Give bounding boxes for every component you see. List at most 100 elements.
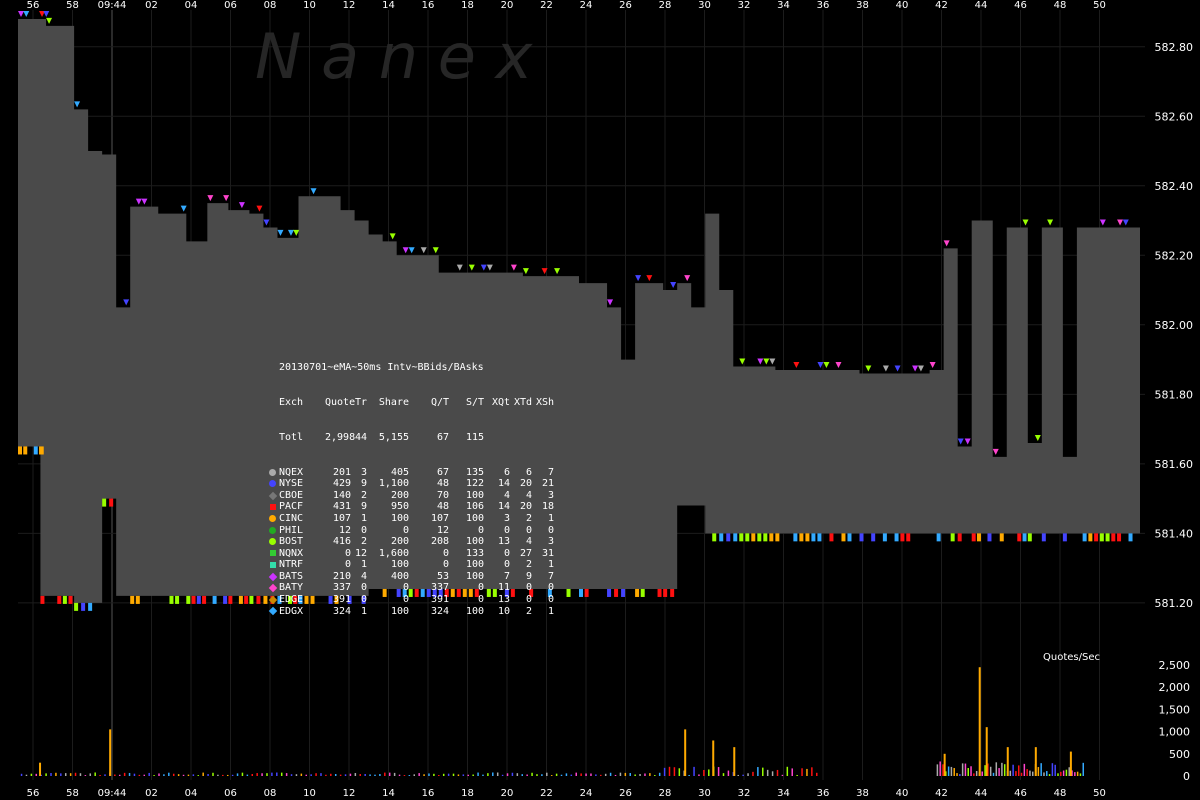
legend-value: 431 bbox=[332, 501, 351, 513]
bid-quote-mark bbox=[1094, 533, 1099, 542]
qs-bar bbox=[1065, 769, 1068, 776]
x-tick-label-bottom: 56 bbox=[27, 788, 40, 799]
legend-value: 4 bbox=[525, 489, 532, 501]
qs-bar bbox=[374, 774, 376, 776]
ask-quote-mark bbox=[1122, 219, 1129, 226]
legend-total-row: Totl 2,998 44 5,155 67 115 bbox=[279, 432, 554, 444]
bid-quote-mark bbox=[733, 533, 738, 542]
legend-value: 3 bbox=[547, 489, 554, 501]
legend-exchange: NTRF bbox=[279, 559, 304, 571]
legend-value: 2 bbox=[525, 559, 532, 571]
x-tick-label-bottom: 50 bbox=[1093, 788, 1106, 799]
legend-value: 2 bbox=[360, 536, 367, 548]
x-tick-label-bottom: 32 bbox=[738, 788, 751, 799]
qs-bar bbox=[1082, 762, 1084, 776]
qs-bar bbox=[236, 773, 239, 776]
qs-bar bbox=[737, 774, 739, 776]
bid-quote-mark bbox=[1111, 533, 1116, 542]
legend-value: 27 bbox=[519, 547, 532, 559]
qs-bar bbox=[673, 767, 676, 776]
bid-quote-mark bbox=[757, 533, 762, 542]
bid-quote-mark bbox=[1105, 533, 1110, 542]
qs-bar bbox=[1032, 771, 1034, 776]
qs-bar bbox=[1079, 773, 1082, 776]
x-tick-label-bottom: 40 bbox=[896, 788, 909, 799]
legend-value: 0 bbox=[525, 582, 532, 594]
legend-value: 3 bbox=[503, 512, 510, 524]
qs-bar bbox=[811, 767, 813, 776]
diamond-icon bbox=[267, 491, 278, 500]
legend-value: 133 bbox=[465, 547, 484, 559]
qs-tick-label: 2,500 bbox=[1159, 659, 1191, 672]
legend-value: 0 bbox=[344, 547, 351, 559]
legend-value: 1 bbox=[547, 605, 554, 617]
qs-bar bbox=[334, 773, 337, 776]
qs-bar bbox=[727, 770, 730, 776]
ask-quote-mark bbox=[684, 275, 691, 282]
qs-bar bbox=[94, 772, 96, 776]
x-tick-label-bottom: 20 bbox=[501, 788, 514, 799]
legend-value: 4 bbox=[525, 536, 532, 548]
legend-exchange: EDGX bbox=[279, 605, 304, 617]
legend-header-cell: Tr bbox=[354, 396, 367, 408]
legend-value: 20 bbox=[519, 501, 532, 513]
legend-value: 0 bbox=[525, 524, 532, 536]
legend-value: 13 bbox=[497, 536, 510, 548]
legend-value: 0 bbox=[547, 582, 554, 594]
bid-quote-mark bbox=[906, 533, 911, 542]
qs-bar bbox=[967, 768, 969, 776]
qs-spike bbox=[733, 747, 736, 776]
bid-quote-mark bbox=[68, 595, 73, 604]
bid-quote-mark bbox=[799, 533, 804, 542]
legend-value: 14 bbox=[497, 501, 510, 513]
legend-value: 53 bbox=[436, 570, 449, 582]
x-tick-label-top: 50 bbox=[1093, 0, 1106, 11]
legend-value: 0 bbox=[477, 524, 484, 536]
ask-quote-mark bbox=[389, 233, 396, 240]
bid-quote-mark bbox=[1062, 533, 1067, 542]
x-tick-label-bottom: 02 bbox=[145, 788, 158, 799]
bid-quote-mark bbox=[811, 533, 816, 542]
qs-bar bbox=[202, 772, 204, 776]
ask-quote-mark bbox=[835, 361, 842, 368]
qs-bar bbox=[575, 772, 577, 776]
legend-value: 107 bbox=[430, 512, 449, 524]
legend-value: 200 bbox=[390, 489, 409, 501]
bid-quote-mark bbox=[566, 588, 571, 597]
qs-bar bbox=[801, 768, 803, 776]
ask-quote-mark bbox=[912, 365, 919, 372]
legend-exchange: PHIL bbox=[279, 524, 304, 536]
x-tick-label-top: 02 bbox=[145, 0, 158, 11]
qs-bar bbox=[477, 772, 479, 776]
legend-value: 7 bbox=[547, 466, 554, 478]
qs-bar bbox=[717, 767, 720, 776]
qs-bar bbox=[192, 774, 195, 776]
qs-bar bbox=[320, 773, 322, 776]
x-tick-label-top: 09:44 bbox=[98, 0, 127, 11]
bid-quote-mark bbox=[1017, 533, 1022, 542]
x-tick-label-bottom: 09:44 bbox=[98, 788, 127, 799]
x-tick-label-top: 22 bbox=[540, 0, 553, 11]
x-tick-label-top: 36 bbox=[817, 0, 830, 11]
qs-bar bbox=[555, 773, 558, 776]
legend-value: 100 bbox=[390, 512, 409, 524]
y-tick-label: 582.00 bbox=[1155, 319, 1194, 332]
legend-value: 337 bbox=[430, 582, 449, 594]
ask-quote-mark bbox=[287, 229, 294, 236]
qs-bar bbox=[123, 772, 126, 776]
bid-quote-mark bbox=[130, 595, 135, 604]
legend-row-ntrf: NTRF 0 1 100 0 100 0 2 1 bbox=[269, 559, 554, 571]
legend-exchange: BATY bbox=[279, 582, 304, 594]
qs-bar bbox=[1001, 762, 1003, 776]
x-tick-label-top: 32 bbox=[738, 0, 751, 11]
legend-exchange: BOST bbox=[279, 536, 304, 548]
diamond-icon bbox=[267, 595, 278, 605]
bid-quote-mark bbox=[793, 533, 798, 542]
bid-quote-mark bbox=[202, 595, 207, 604]
legend-value: 100 bbox=[465, 536, 484, 548]
qs-bar bbox=[950, 766, 953, 776]
qs-bar bbox=[776, 769, 779, 776]
bid-ask-spread bbox=[18, 18, 1140, 603]
ask-quote-mark bbox=[510, 264, 517, 271]
qs-bar bbox=[251, 774, 254, 776]
